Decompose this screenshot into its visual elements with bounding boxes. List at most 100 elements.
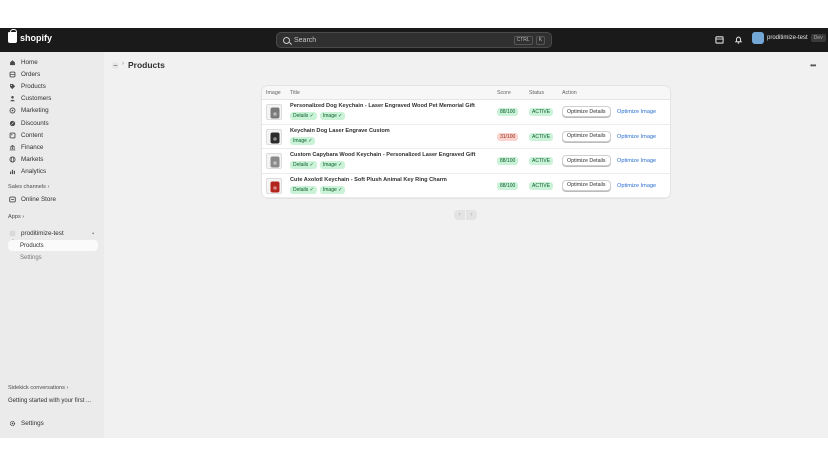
chart-icon [9, 168, 16, 175]
product-title[interactable]: Cute Axolotl Keychain - Soft Plush Anima… [290, 177, 447, 183]
pagination: ‹ › [454, 210, 477, 220]
search-icon [283, 36, 290, 44]
sidekick-label[interactable]: Sidekick conversations › [8, 385, 68, 391]
optimize-details-button[interactable]: Optimize Details [562, 179, 611, 191]
check-badge: Details ✓ [290, 185, 317, 194]
score-badge: 31/100 [497, 132, 519, 141]
product-thumbnail [266, 128, 282, 145]
check-badge: Image ✓ [319, 112, 346, 120]
person-icon [9, 95, 16, 102]
optimize-image-link[interactable]: Optimize Image [617, 134, 656, 140]
next-page-button[interactable]: › [466, 210, 477, 220]
status-badge: ACTIVE [529, 181, 554, 190]
sidekick-conversation[interactable]: Getting started with your first ... [8, 398, 91, 404]
shortcut-k: K [535, 35, 545, 45]
page-title: Products [128, 60, 165, 70]
table-row[interactable]: Cute Axolotl Keychain - Soft Plush Anima… [262, 174, 670, 198]
product-title[interactable]: Keychain Dog Laser Engrave Custom [290, 128, 390, 134]
pin-icon[interactable]: • [92, 231, 94, 237]
sidebar-item-online-store[interactable]: Online Store [6, 194, 98, 205]
sidebar-item-label: Finance [21, 143, 44, 151]
optimize-image-link[interactable]: Optimize Image [617, 109, 656, 115]
home-icon [9, 59, 16, 66]
optimize-details-button[interactable]: Optimize Details [562, 106, 611, 117]
bell-icon[interactable] [734, 35, 743, 44]
header-image: Image [266, 90, 281, 96]
prev-page-button[interactable]: ‹ [454, 210, 465, 220]
apps-label[interactable]: Apps › [8, 214, 24, 220]
status-badge: ACTIVE [529, 108, 554, 116]
optimize-image-link[interactable]: Optimize Image [617, 158, 656, 164]
brand-name: shopify [20, 32, 53, 43]
optimize-image-link[interactable]: Optimize Image [617, 183, 656, 189]
breadcrumb-separator: › [122, 61, 124, 67]
store-icon[interactable] [715, 35, 724, 44]
header-score: Score [497, 90, 511, 96]
discount-icon [9, 120, 16, 127]
main-content: › Products ••• Image Title Score Status … [104, 52, 828, 438]
check-badge: Image ✓ [319, 185, 346, 194]
sidebar-item-label: Home [21, 59, 38, 66]
sidebar-item-discounts[interactable]: Discounts [6, 118, 98, 129]
content-icon [9, 132, 16, 139]
optimization-tags: Details ✓ Image ✓ [290, 112, 346, 120]
store-avatar [752, 32, 764, 44]
sidebar-item-analytics[interactable]: Analytics [6, 166, 98, 177]
shopify-logo[interactable]: shopify [8, 29, 53, 43]
optimize-details-button[interactable]: Optimize Details [562, 130, 611, 142]
sidebar-item-label: Marketing [21, 107, 49, 115]
products-table: Image Title Score Status Action Personal… [262, 86, 670, 198]
more-actions-icon[interactable]: ••• [810, 61, 816, 70]
app-sub-settings[interactable]: Settings [8, 252, 98, 263]
app-icon [9, 230, 16, 237]
sidebar-item-content[interactable]: Content [6, 130, 98, 141]
top-bar: shopify Search CTRL K proditimize-test D… [0, 28, 828, 52]
sidebar-item-label: Customers [21, 95, 52, 103]
sidebar-item-label: Markets [21, 155, 44, 163]
back-icon[interactable] [112, 62, 119, 69]
check-badge: Image ✓ [319, 161, 346, 169]
dev-badge: Dev [810, 34, 826, 42]
optimization-tags: Details ✓ Image ✓ [290, 185, 346, 194]
table-row[interactable]: Keychain Dog Laser Engrave Custom Image ✓… [262, 125, 670, 149]
sidebar-item-label: Analytics [21, 167, 47, 175]
tag-icon [9, 83, 16, 90]
sidebar-item-label: Content [21, 131, 44, 139]
sidebar-item-products[interactable]: Products [6, 81, 98, 92]
product-title[interactable]: Custom Capybara Wood Keychain - Personal… [290, 152, 475, 158]
sidebar: Home Orders Products Customers Marketing Disc… [0, 52, 104, 438]
table-row[interactable]: Custom Capybara Wood Keychain - Personal… [262, 149, 670, 174]
store-name: proditimize-test [767, 35, 808, 41]
sales-channels-label[interactable]: Sales channels › [8, 184, 49, 190]
search-bar[interactable]: Search CTRL K [276, 32, 552, 48]
sidebar-item-home[interactable]: Home [6, 57, 98, 68]
store-menu[interactable]: proditimize-test Dev [752, 32, 826, 44]
sidebar-item-label: Products [21, 83, 46, 91]
app-sub-products[interactable]: Products [8, 240, 98, 251]
sidebar-item-markets[interactable]: Markets [6, 154, 98, 165]
optimization-tags: Details ✓ Image ✓ [290, 161, 346, 169]
sidebar-item-customers[interactable]: Customers [6, 93, 98, 104]
header-action: Action [562, 90, 577, 96]
sidebar-item-marketing[interactable]: Marketing [6, 105, 98, 116]
score-badge: 88/100 [497, 108, 519, 116]
target-icon [9, 107, 16, 114]
globe-icon [9, 156, 16, 163]
sidebar-item-app[interactable]: proditimize-test • [6, 228, 98, 239]
shortcut-ctrl: CTRL [513, 35, 533, 45]
check-badge: Details ✓ [290, 161, 317, 169]
bank-icon [9, 144, 16, 151]
product-title[interactable]: Personalized Dog Keychain - Laser Engrav… [290, 103, 475, 109]
search-input[interactable]: Search [294, 37, 511, 44]
sidebar-item-orders[interactable]: Orders [6, 69, 98, 80]
sidebar-item-settings[interactable]: Settings [6, 418, 98, 429]
score-badge: 88/100 [497, 157, 519, 165]
product-thumbnail [266, 104, 282, 120]
shopify-bag-icon [8, 29, 17, 43]
status-badge: ACTIVE [529, 132, 554, 141]
table-row[interactable]: Personalized Dog Keychain - Laser Engrav… [262, 100, 670, 125]
gear-icon [9, 420, 16, 427]
sidebar-item-finance[interactable]: Finance [6, 142, 98, 153]
product-thumbnail [266, 177, 282, 194]
optimize-details-button[interactable]: Optimize Details [562, 155, 611, 166]
